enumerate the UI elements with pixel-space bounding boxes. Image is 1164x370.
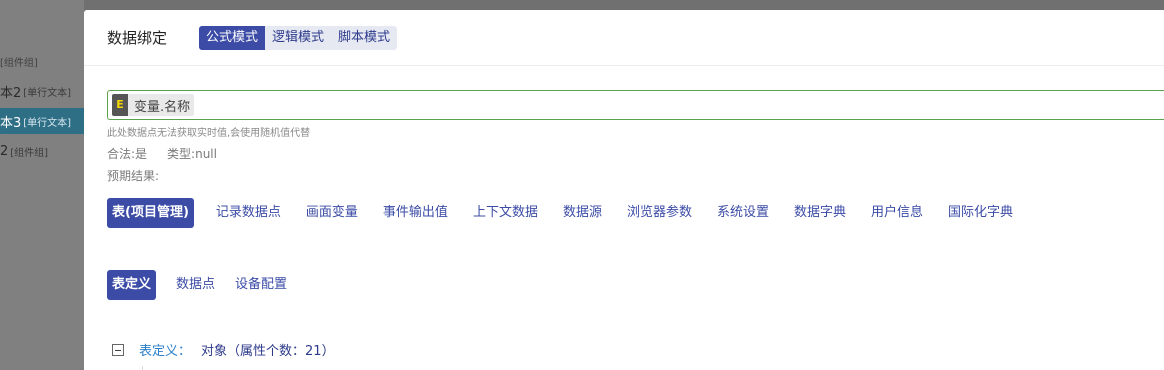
variable-token[interactable]: E 变量.名称 — [112, 94, 195, 116]
tab-datapoints[interactable]: 数据点 — [176, 270, 215, 300]
tab-user-info[interactable]: 用户信息 — [871, 198, 923, 228]
mode-logic-button[interactable]: 逻辑模式 — [265, 26, 331, 50]
bg-tree-item-tag: [组件组] — [10, 147, 49, 159]
bg-tree-item-label: 本2 — [0, 85, 22, 101]
variable-token-text: 变量.名称 — [134, 99, 191, 115]
tab-table-definition[interactable]: 表定义 — [107, 270, 157, 300]
mode-script-button[interactable]: 脚本模式 — [331, 26, 397, 50]
dialog-title: 数据绑定 — [107, 29, 168, 47]
validation-line: 合法:是 类型:null — [107, 145, 217, 162]
tab-i18n-dictionary[interactable]: 国际化字典 — [948, 198, 1013, 228]
background-top-strip — [0, 0, 1164, 10]
bg-tree-item-tag: [组件组] — [0, 57, 38, 69]
formula-input[interactable]: E 变量.名称 — [107, 90, 1164, 120]
table-sub-tabs: 表定义 数据点 设备配置 — [107, 270, 307, 300]
collapse-icon[interactable] — [112, 343, 124, 356]
tab-data-dictionary[interactable]: 数据字典 — [794, 198, 846, 228]
tab-screen-variable[interactable]: 画面变量 — [306, 198, 358, 228]
tab-record-datapoint[interactable]: 记录数据点 — [216, 198, 281, 228]
mode-formula-button[interactable]: 公式模式 — [199, 25, 266, 50]
data-source-tabs: 表(项目管理) 记录数据点 画面变量 事件输出值 上下文数据 数据源 浏览器参数… — [107, 198, 1038, 228]
tab-context-data[interactable]: 上下文数据 — [473, 198, 538, 228]
tab-device-config[interactable]: 设备配置 — [235, 270, 287, 300]
mode-switch: 公式模式 逻辑模式 脚本模式 — [199, 25, 398, 50]
dialog-header: 数据绑定 公式模式 逻辑模式 脚本模式 — [84, 10, 1164, 66]
tree-guide-line — [142, 366, 143, 370]
bg-tree-item-selected: 本3 [单行文本] — [0, 108, 84, 134]
data-binding-dialog: 数据绑定 公式模式 逻辑模式 脚本模式 E 变量.名称 此处数据点无法获取实时值… — [84, 10, 1164, 370]
expected-result: 预期结果: — [107, 169, 160, 183]
bg-tree-item-label: 本3 — [0, 115, 22, 131]
bg-tree-item: 本2 [单行文本] — [0, 78, 84, 104]
type-status: 类型:null — [167, 147, 217, 161]
tree-node-key: 表定义 — [139, 344, 179, 359]
tree-node[interactable]: 表定义 ： 对象（属性个数：21） — [112, 340, 335, 359]
random-value-hint: 此处数据点无法获取实时值,会使用随机值代替 — [107, 128, 311, 139]
valid-status: 合法:是 — [107, 147, 148, 161]
tab-system-settings[interactable]: 系统设置 — [717, 198, 769, 228]
bg-tree-item: [组件组] — [0, 48, 84, 74]
tab-browser-params[interactable]: 浏览器参数 — [627, 198, 692, 228]
expression-badge-icon: E — [112, 94, 128, 116]
tree-node-colon: ： — [178, 344, 192, 359]
tab-datasource[interactable]: 数据源 — [563, 198, 602, 228]
bg-tree-item-label: 2 — [0, 143, 9, 159]
bg-tree-item-tag: [单行文本] — [23, 117, 72, 129]
bg-tree-item: 2 [组件组] — [0, 138, 84, 164]
tab-table-project[interactable]: 表(项目管理) — [107, 198, 194, 228]
tab-event-output[interactable]: 事件输出值 — [383, 198, 448, 228]
background-component-tree: [组件组] 本2 [单行文本] 本3 [单行文本] 2 [组件组] — [0, 0, 84, 370]
bg-tree-item-tag: [单行文本] — [23, 87, 72, 99]
tree-node-type: 对象（属性个数：21） — [201, 344, 335, 359]
